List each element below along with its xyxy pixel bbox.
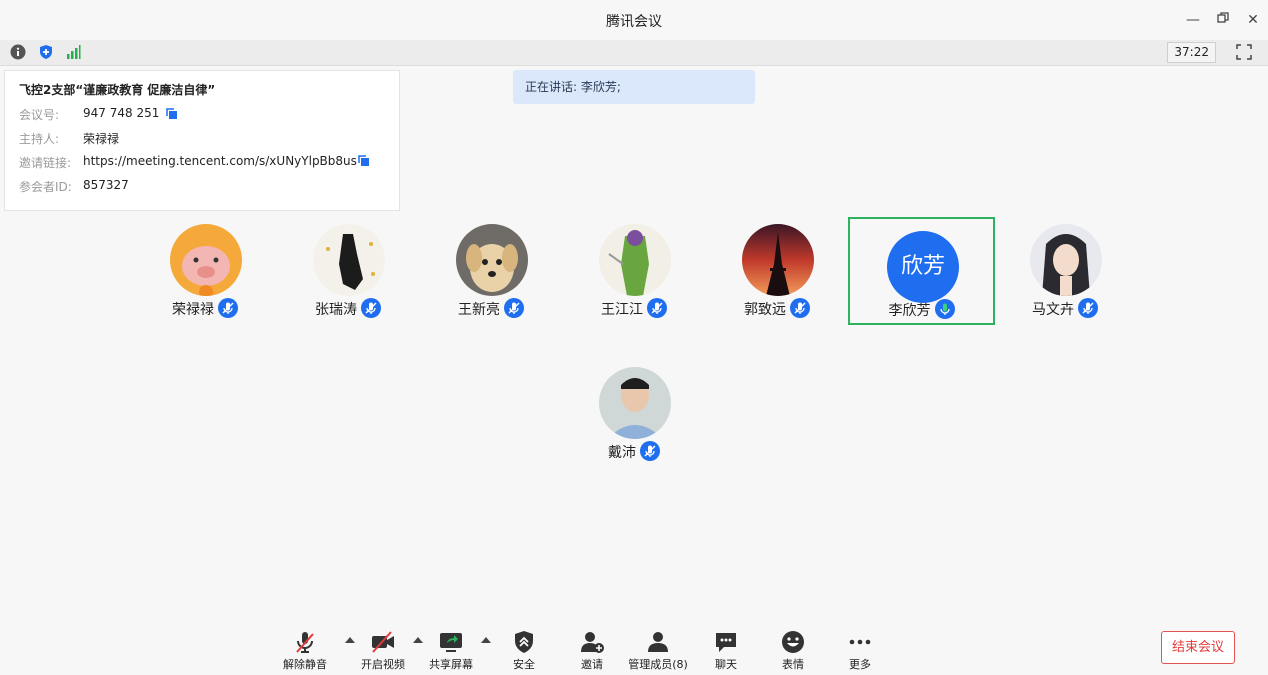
participant-name: 马文卉 xyxy=(995,298,1135,319)
avatar: 欣芳 xyxy=(887,231,959,303)
close-icon[interactable]: ✕ xyxy=(1243,10,1263,30)
chat-button[interactable]: 聊天 xyxy=(696,628,756,672)
share-options-caret[interactable] xyxy=(481,637,491,643)
speaking-banner: 正在讲话: 李欣芳; xyxy=(513,70,755,104)
avatar xyxy=(456,224,528,296)
participant-name: 王新亮 xyxy=(421,298,561,319)
host-label: 主持人: xyxy=(19,132,60,146)
more-button[interactable]: 更多 xyxy=(830,628,890,672)
avatar xyxy=(742,224,814,296)
meeting-info-card: 飞控2支部“谨廉政教育 促廉洁自律” 会议号: 947 748 251 主持人:… xyxy=(4,70,400,211)
invite-user-icon xyxy=(581,632,604,653)
copy-link-icon[interactable] xyxy=(358,155,370,167)
share-screen-button[interactable]: 共享屏幕 xyxy=(421,628,481,672)
participant-tile[interactable]: 马文卉 xyxy=(995,218,1135,322)
minimize-icon[interactable]: — xyxy=(1183,10,1203,30)
participant-tile[interactable]: 戴沛 xyxy=(564,361,704,465)
speaking-mic-icon xyxy=(934,299,955,319)
end-meeting-button[interactable]: 结束会议 xyxy=(1161,631,1235,664)
participant-tile[interactable]: 张瑞涛 xyxy=(278,218,418,322)
muted-mic-icon xyxy=(1078,298,1098,318)
start-video-button[interactable]: 开启视频 xyxy=(353,628,413,672)
emoji-icon xyxy=(782,631,804,653)
participant-name: 张瑞涛 xyxy=(278,298,418,319)
avatar xyxy=(313,224,385,296)
participant-id-label: 参会者ID: xyxy=(19,180,72,194)
participant-name: 李欣芳 xyxy=(850,299,993,320)
copy-meeting-id-icon[interactable] xyxy=(166,108,178,120)
avatar xyxy=(599,224,671,296)
chat-icon xyxy=(716,633,736,652)
invite-link-value[interactable]: https://meeting.tencent.com/s/xUNyYlpBb8… xyxy=(83,154,357,168)
host-value: 荣禄禄 xyxy=(83,132,120,146)
restore-icon[interactable] xyxy=(1213,10,1233,30)
window-title: 腾讯会议 xyxy=(606,14,662,30)
invite-button[interactable]: 邀请 xyxy=(562,628,622,672)
muted-mic-icon xyxy=(218,298,238,318)
participant-tile[interactable]: 王江江 xyxy=(564,218,704,322)
participant-name: 荣禄禄 xyxy=(135,298,275,319)
meeting-id-value: 947 748 251 xyxy=(83,106,160,120)
members-icon xyxy=(648,632,668,652)
meeting-title: 飞控2支部“谨廉政教育 促廉洁自律” xyxy=(19,83,216,97)
muted-mic-icon xyxy=(504,298,524,318)
participant-name: 戴沛 xyxy=(564,441,704,462)
manage-members-button[interactable]: 管理成员(8) xyxy=(628,628,688,672)
muted-mic-icon xyxy=(361,298,381,318)
emoji-button[interactable]: 表情 xyxy=(763,628,823,672)
video-off-icon xyxy=(372,631,394,653)
invite-link-label: 邀请链接: xyxy=(19,156,72,170)
participant-tile-speaking[interactable]: 欣芳 李欣芳 xyxy=(848,217,995,325)
participant-tile[interactable]: 荣禄禄 xyxy=(135,218,275,322)
unmute-label: 解除静音 xyxy=(283,658,327,671)
participant-name: 王江江 xyxy=(564,298,704,319)
more-label: 更多 xyxy=(849,658,871,671)
muted-mic-icon xyxy=(647,298,667,318)
participant-name: 郭致远 xyxy=(707,298,847,319)
more-dots-icon xyxy=(849,639,871,645)
muted-mic-icon xyxy=(790,298,810,318)
avatar xyxy=(170,224,242,296)
muted-mic-icon xyxy=(640,441,660,461)
participant-tile[interactable]: 王新亮 xyxy=(421,218,561,322)
shield-icon[interactable] xyxy=(38,44,54,60)
meeting-timer: 37:22 xyxy=(1167,42,1216,63)
signal-strength-icon[interactable] xyxy=(65,44,81,60)
participant-tile[interactable]: 郭致远 xyxy=(707,218,847,322)
participant-id-value: 857327 xyxy=(83,178,129,192)
meeting-status-strip: 37:22 xyxy=(0,40,1268,66)
security-button[interactable]: 安全 xyxy=(494,628,554,672)
share-screen-icon xyxy=(440,633,462,652)
unmute-button[interactable]: 解除静音 xyxy=(275,628,335,672)
meeting-id-label: 会议号: xyxy=(19,108,60,122)
mic-muted-icon xyxy=(296,632,314,653)
share-label: 共享屏幕 xyxy=(429,658,473,671)
security-shield-icon xyxy=(515,631,533,653)
avatar xyxy=(1030,224,1102,296)
info-icon[interactable] xyxy=(10,44,26,60)
title-bar: 腾讯会议 — ✕ xyxy=(0,0,1268,41)
fullscreen-icon[interactable] xyxy=(1236,44,1252,60)
avatar xyxy=(599,367,671,439)
